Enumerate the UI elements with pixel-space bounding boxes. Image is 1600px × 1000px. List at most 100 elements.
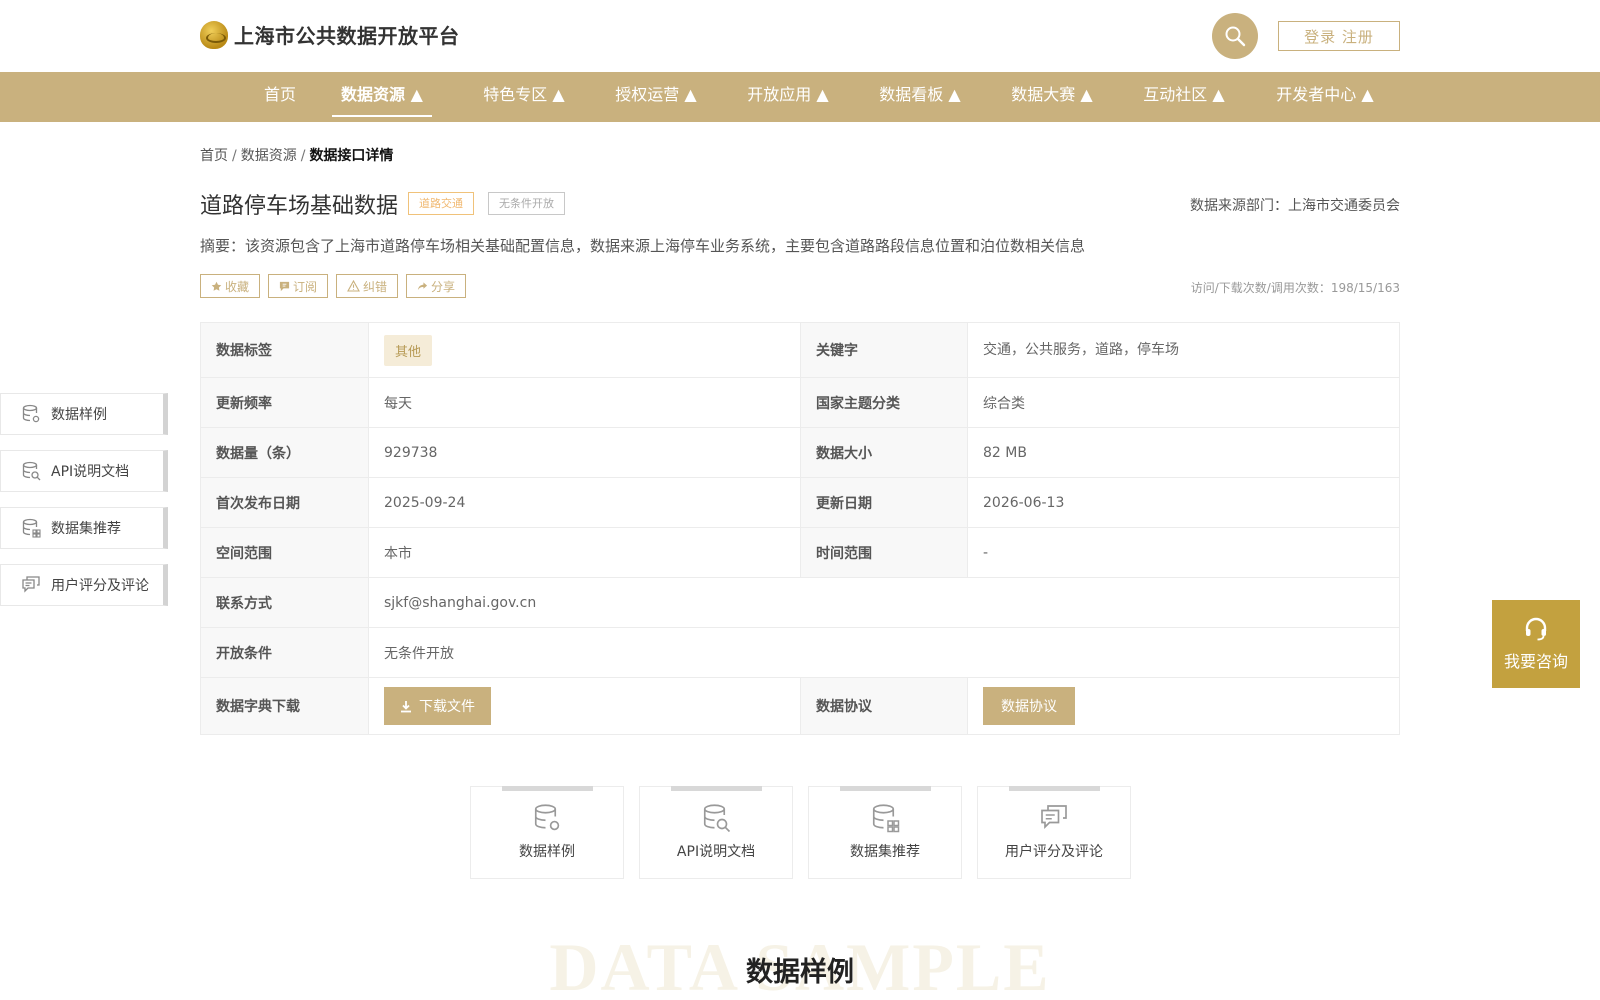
warning-icon bbox=[347, 280, 360, 292]
data-size-label: 数据大小 bbox=[800, 427, 968, 478]
nav-item-data-dashboard[interactable]: 数据看板 ▲ bbox=[860, 72, 980, 122]
card-top-bar bbox=[840, 786, 931, 791]
metadata-table: 数据标签 其他 关键字 交通，公共服务，道路，停车场 更新频率 每天 国家主题分… bbox=[200, 322, 1400, 735]
card-api-docs[interactable]: API说明文档 bbox=[639, 786, 793, 879]
data-size-value: 82 MB bbox=[967, 427, 1400, 478]
nav-item-developer-center[interactable]: 开发者中心 ▲ bbox=[1256, 72, 1394, 122]
consult-button[interactable]: 我要咨询 bbox=[1492, 600, 1580, 688]
consult-label: 我要咨询 bbox=[1503, 652, 1568, 671]
site-header: 上海市公共数据开放平台 登录 注册 bbox=[0, 0, 1600, 72]
breadcrumb-home[interactable]: 首页 bbox=[200, 148, 228, 164]
data-protocol-button[interactable]: 数据协议 bbox=[983, 687, 1075, 725]
site-logo[interactable]: 上海市公共数据开放平台 bbox=[200, 20, 460, 49]
spatial-range-value: 本市 bbox=[368, 527, 801, 578]
data-count-value: 929738 bbox=[368, 427, 801, 478]
time-range-value: - bbox=[967, 527, 1400, 578]
card-top-bar bbox=[1009, 786, 1100, 791]
emblem-icon bbox=[200, 20, 228, 49]
card-dataset-recommend[interactable]: 数据集推荐 bbox=[808, 786, 962, 879]
download-file-label: 下载文件 bbox=[419, 699, 475, 715]
keywords-label: 关键字 bbox=[800, 322, 968, 378]
report-error-button[interactable]: 纠错 bbox=[336, 274, 399, 298]
category-tag: 道路交通 bbox=[408, 192, 474, 215]
data-tag-label: 数据标签 bbox=[200, 322, 369, 378]
side-nav-label: 数据集推荐 bbox=[51, 521, 121, 537]
card-top-bar bbox=[671, 786, 762, 791]
subscribe-label: 订阅 bbox=[293, 279, 318, 294]
headset-icon bbox=[1525, 617, 1547, 641]
nav-item-authorized-operation[interactable]: 授权运营 ▲ bbox=[596, 72, 716, 122]
contact-value: sjkf@shanghai.gov.cn bbox=[368, 577, 1400, 628]
favorite-label: 收藏 bbox=[225, 279, 250, 294]
download-file-button[interactable]: 下载文件 bbox=[384, 687, 491, 725]
card-label: 数据样例 bbox=[519, 844, 575, 860]
update-date-label: 更新日期 bbox=[800, 477, 968, 528]
card-data-sample[interactable]: 数据样例 bbox=[470, 786, 624, 879]
section-title: 数据样例 bbox=[746, 957, 854, 988]
card-label: 用户评分及评论 bbox=[1005, 844, 1103, 860]
theme-category-value: 综合类 bbox=[967, 377, 1400, 428]
dictionary-download-cell: 下载文件 bbox=[368, 677, 801, 735]
update-frequency-label: 更新频率 bbox=[200, 377, 369, 428]
data-protocol-label: 数据协议 bbox=[800, 677, 968, 735]
comments-icon bbox=[22, 576, 40, 593]
keywords-value: 交通，公共服务，道路，停车场 bbox=[967, 322, 1400, 378]
card-top-bar bbox=[502, 786, 593, 791]
card-label: 数据集推荐 bbox=[850, 844, 920, 860]
resource-title: 道路停车场基础数据 bbox=[200, 194, 399, 219]
site-title: 上海市公共数据开放平台 bbox=[234, 24, 460, 48]
search-button[interactable] bbox=[1212, 13, 1258, 59]
access-stats: 访问/下载次数/调用次数：198/15/163 bbox=[1190, 281, 1400, 295]
theme-category-label: 国家主题分类 bbox=[800, 377, 968, 428]
nav-item-data-resources[interactable]: 数据资源 ▲ bbox=[332, 72, 432, 122]
card-user-reviews[interactable]: 用户评分及评论 bbox=[977, 786, 1131, 879]
share-icon bbox=[417, 281, 428, 290]
open-condition-tag: 无条件开放 bbox=[488, 192, 565, 215]
database-grid-icon bbox=[872, 804, 900, 833]
nav-item-featured-zones[interactable]: 特色专区 ▲ bbox=[464, 72, 584, 122]
table-row: 数据量（条） 929738 数据大小 82 MB bbox=[200, 427, 1400, 478]
database-gear-icon bbox=[22, 404, 40, 423]
table-row: 联系方式 sjkf@shanghai.gov.cn bbox=[200, 577, 1400, 628]
side-nav-api-docs[interactable]: API说明文档 bbox=[0, 450, 168, 492]
side-nav-data-sample[interactable]: 数据样例 bbox=[0, 393, 168, 435]
side-nav-label: 数据样例 bbox=[51, 407, 107, 423]
nav-item-home[interactable]: 首页 bbox=[226, 72, 334, 122]
resource-summary: 摘要：该资源包含了上海市道路停车场相关基础配置信息，数据来源上海停车业务系统，主… bbox=[200, 237, 1086, 255]
side-nav-label: 用户评分及评论 bbox=[51, 578, 149, 594]
spatial-range-label: 空间范围 bbox=[200, 527, 369, 578]
breadcrumb-data-resources[interactable]: 数据资源 bbox=[241, 148, 297, 164]
table-row: 空间范围 本市 时间范围 - bbox=[200, 527, 1400, 578]
database-search-icon bbox=[22, 461, 41, 481]
open-condition-value: 无条件开放 bbox=[368, 627, 1400, 678]
database-search-icon bbox=[703, 804, 731, 833]
download-icon bbox=[401, 700, 411, 712]
open-condition-label: 开放条件 bbox=[200, 627, 369, 678]
breadcrumb: 首页 / 数据资源 / 数据接口详情 bbox=[200, 145, 393, 165]
side-nav-user-reviews[interactable]: 用户评分及评论 bbox=[0, 564, 168, 606]
search-icon bbox=[1225, 26, 1246, 47]
subscribe-button[interactable]: 订阅 bbox=[268, 274, 329, 298]
data-tag-chip[interactable]: 其他 bbox=[384, 334, 433, 366]
contact-label: 联系方式 bbox=[200, 577, 369, 628]
time-range-label: 时间范围 bbox=[800, 527, 968, 578]
favorite-button[interactable]: 收藏 bbox=[200, 274, 261, 298]
nav-item-open-apps[interactable]: 开放应用 ▲ bbox=[728, 72, 848, 122]
side-nav-dataset-recommend[interactable]: 数据集推荐 bbox=[0, 507, 168, 549]
breadcrumb-current: 数据接口详情 bbox=[309, 148, 394, 164]
star-icon bbox=[211, 281, 222, 291]
share-button[interactable]: 分享 bbox=[406, 274, 467, 298]
nav-item-community[interactable]: 互动社区 ▲ bbox=[1124, 72, 1244, 122]
data-count-label: 数据量（条） bbox=[200, 427, 369, 478]
nav-item-data-contest[interactable]: 数据大赛 ▲ bbox=[992, 72, 1112, 122]
comments-icon bbox=[1041, 805, 1067, 829]
login-register-button[interactable]: 登录 注册 bbox=[1278, 21, 1400, 51]
share-label: 分享 bbox=[431, 279, 456, 294]
table-row: 开放条件 无条件开放 bbox=[200, 627, 1400, 678]
breadcrumb-separator: / bbox=[232, 148, 237, 164]
action-bar: 收藏 订阅 纠错 分享 bbox=[200, 274, 467, 298]
database-grid-icon bbox=[22, 518, 41, 538]
side-nav-label: API说明文档 bbox=[51, 464, 130, 480]
data-protocol-cell: 数据协议 bbox=[967, 677, 1400, 735]
subscribe-icon bbox=[279, 281, 290, 291]
